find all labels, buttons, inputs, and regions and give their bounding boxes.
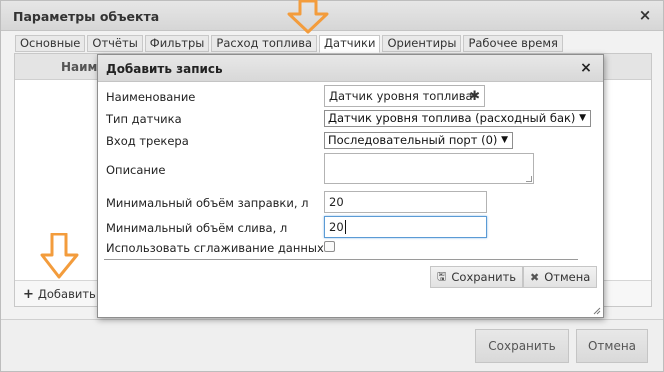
min-refuel-label: Минимальный объём заправки, л: [106, 196, 309, 210]
chevron-down-icon: ▼: [579, 113, 586, 123]
resize-grip-icon[interactable]: [526, 176, 532, 182]
tab-filters[interactable]: Фильтры: [144, 35, 210, 52]
add-button-label: Добавить: [37, 287, 96, 301]
close-icon: ✖: [530, 270, 540, 284]
window-titlebar: Параметры объекта ×: [1, 1, 663, 31]
tracker-input-select[interactable]: Последовательный порт (0) ▼: [324, 132, 513, 149]
tab-working-time[interactable]: Рабочее время: [463, 35, 563, 52]
dialog-title: Добавить запись: [106, 62, 223, 76]
chevron-down-icon: ▼: [501, 135, 508, 145]
tab-landmarks[interactable]: Ориентиры: [382, 35, 462, 52]
dialog-titlebar: Добавить запись ×: [98, 55, 603, 82]
text-cursor: [344, 220, 346, 234]
tab-fuel-consumption[interactable]: Расход топлива: [211, 35, 318, 52]
dialog-cancel-label: Отмена: [544, 270, 591, 284]
min-refuel-value: 20: [329, 195, 344, 209]
dialog-save-button[interactable]: 🖫 Сохранить: [430, 266, 524, 288]
arrow-down-icon: [287, 0, 329, 34]
window-title: Параметры объекта: [13, 9, 160, 24]
arrow-down-icon: [40, 233, 79, 279]
smoothing-checkbox[interactable]: [324, 241, 335, 252]
add-record-dialog: Добавить запись × Наименование Датчик ур…: [97, 54, 604, 318]
cancel-button[interactable]: Отмена: [576, 329, 648, 363]
description-textarea[interactable]: [324, 153, 534, 184]
tracker-input-label: Вход трекера: [106, 134, 189, 148]
divider: [104, 259, 578, 260]
min-drain-input[interactable]: 20: [324, 216, 487, 238]
close-icon[interactable]: ×: [637, 7, 653, 23]
tab-basic[interactable]: Основные: [15, 35, 86, 52]
min-refuel-input[interactable]: 20: [324, 191, 487, 213]
sensor-type-label: Тип датчика: [106, 112, 182, 126]
save-icon: 🖫: [437, 269, 447, 283]
add-button[interactable]: + Добавить: [23, 285, 96, 303]
tab-sensors[interactable]: Датчики: [319, 35, 381, 53]
required-icon: ✱: [469, 89, 480, 104]
dialog-save-label: Сохранить: [451, 270, 517, 284]
save-button[interactable]: Сохранить: [475, 329, 569, 363]
plus-icon: +: [23, 286, 34, 302]
tab-bar: Основные Отчёты Фильтры Расход топлива Д…: [15, 35, 563, 53]
min-drain-label: Минимальный объём слива, л: [106, 221, 288, 235]
sensor-type-select[interactable]: Датчик уровня топлива (расходный бак) ▼: [324, 110, 591, 127]
description-label: Описание: [106, 163, 166, 177]
dialog-cancel-button[interactable]: ✖ Отмена: [523, 266, 598, 288]
window-footer: Сохранить Отмена: [1, 319, 663, 371]
name-label: Наименование: [106, 90, 196, 104]
resize-handle-icon[interactable]: [593, 307, 601, 315]
name-input-value: Датчик уровня топлива: [329, 89, 473, 103]
smoothing-label: Использовать сглаживание данных: [106, 241, 324, 255]
name-input[interactable]: Датчик уровня топлива ✱: [324, 85, 485, 107]
tab-reports[interactable]: Отчёты: [87, 35, 143, 52]
sensor-type-value: Датчик уровня топлива (расходный бак): [328, 111, 576, 125]
min-drain-value: 20: [329, 220, 344, 234]
close-icon[interactable]: ×: [578, 60, 594, 76]
tracker-input-value: Последовательный порт (0): [328, 133, 498, 147]
